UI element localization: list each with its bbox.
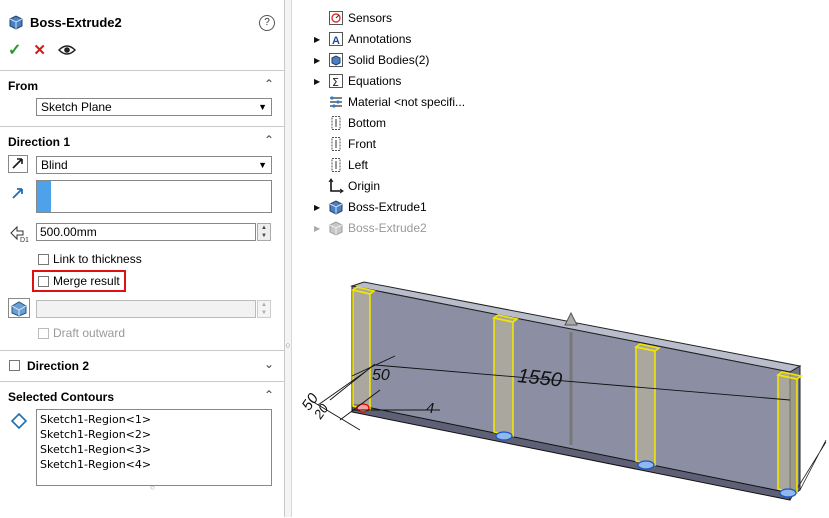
collapse-chevron-icon[interactable]: ⌃ <box>264 388 274 402</box>
tree-item-left-plane[interactable]: Left <box>314 157 368 173</box>
tree-item-equations[interactable]: ▶ Σ Equations <box>314 73 401 89</box>
dimension-4[interactable]: 4 <box>426 400 434 417</box>
tree-item-label: Equations <box>348 74 402 88</box>
collapse-chevron-icon[interactable]: ⌃ <box>264 133 274 147</box>
selected-contours-section: Selected Contours ⌃ Sketch1-Region<1> Sk… <box>0 381 284 518</box>
expand-chevron-icon[interactable]: ⌄ <box>264 357 274 371</box>
contour-icon <box>10 412 28 430</box>
origin-icon <box>328 178 344 194</box>
expand-arrow-icon[interactable]: ▶ <box>314 203 328 212</box>
preview-eye-icon[interactable] <box>57 44 76 56</box>
plane-icon <box>331 158 341 172</box>
tree-item-material[interactable]: Material <not specifi... <box>314 94 465 110</box>
draft-angle-input <box>36 300 256 318</box>
dropdown-arrow-icon: ▼ <box>258 160 267 170</box>
tree-item-annotations[interactable]: ▶ A Annotations <box>314 31 411 47</box>
tree-item-label: Bottom <box>348 116 387 130</box>
ok-button[interactable]: ✓ <box>8 40 21 60</box>
feature-tree: Sensors ▶ A Annotations ▶ Solid Bodies(2… <box>290 0 829 240</box>
expand-arrow-icon[interactable]: ▶ <box>314 56 328 65</box>
tree-item-label: Front <box>348 137 377 151</box>
drag-arrow-head-icon[interactable] <box>564 311 578 326</box>
annotation-icon: A <box>329 32 343 47</box>
list-item[interactable]: Sketch1-Region<1> <box>40 412 151 427</box>
extrude-icon <box>329 200 343 215</box>
direction-arrow-icon <box>12 188 23 199</box>
plane-icon <box>331 116 341 130</box>
tree-item-boss-extrude2[interactable]: ▶ Boss-Extrude2 <box>314 220 427 236</box>
cancel-button[interactable]: ✕ <box>33 41 46 59</box>
tree-item-label: Solid Bodies(2) <box>348 53 430 67</box>
depth-input[interactable]: 500.00mm <box>36 223 256 241</box>
extrude-feature-icon <box>9 15 23 30</box>
link-to-thickness-label: Link to thickness <box>53 252 142 266</box>
expand-arrow-icon[interactable]: ▶ <box>314 77 328 86</box>
tree-item-label: Boss-Extrude2 <box>348 221 427 235</box>
dropdown-arrow-icon: ▼ <box>258 102 267 112</box>
tree-item-bottom-plane[interactable]: Bottom <box>314 115 386 131</box>
draft-angle-spinner: ▲ ▼ <box>257 300 271 318</box>
tree-item-label: Origin <box>348 179 381 193</box>
reverse-direction-icon[interactable] <box>8 155 28 173</box>
property-manager: Boss-Extrude2 ? ✓ ✕ From ⌃ Sketch Plane … <box>0 0 285 517</box>
tree-item-label: Boss-Extrude1 <box>348 200 427 214</box>
action-buttons: ✓ ✕ <box>8 40 76 60</box>
extrude-icon <box>329 221 343 236</box>
from-section: From ⌃ Sketch Plane ▼ <box>0 70 284 127</box>
tree-item-sensors[interactable]: Sensors <box>314 10 392 26</box>
list-item[interactable]: Sketch1-Region<2> <box>40 427 151 442</box>
tree-item-label: Sensors <box>348 11 393 25</box>
svg-text:D1: D1 <box>20 237 29 243</box>
list-item[interactable]: Sketch1-Region<4> <box>40 457 151 472</box>
draft-outward-label: Draft outward <box>53 326 126 340</box>
tree-item-boss-extrude1[interactable]: ▶ Boss-Extrude1 <box>314 199 427 215</box>
link-to-thickness-checkbox[interactable] <box>38 254 49 265</box>
end-condition-dropdown[interactable]: Blind ▼ <box>36 156 272 174</box>
graphics-viewport[interactable]: 1550 50 50 20 4 <box>290 240 829 517</box>
sensor-icon <box>329 11 343 25</box>
direction-selection-box[interactable] <box>36 180 272 213</box>
from-dropdown-value: Sketch Plane <box>41 100 112 114</box>
draft-icon[interactable] <box>8 298 30 318</box>
resize-grip-icon[interactable]: ○ <box>150 483 155 492</box>
help-icon[interactable]: ? <box>259 15 275 31</box>
merge-result-label: Merge result <box>53 274 120 288</box>
tree-item-label: Annotations <box>348 32 412 46</box>
expand-arrow-icon[interactable]: ▶ <box>314 35 328 44</box>
contours-list[interactable]: Sketch1-Region<1> Sketch1-Region<2> Sket… <box>36 409 272 486</box>
dimension-50-top[interactable]: 50 <box>372 367 390 384</box>
equations-icon: Σ <box>329 74 343 89</box>
dimension-1550[interactable]: 1550 <box>516 365 563 392</box>
material-icon <box>330 96 342 108</box>
direction2-section: Direction 2 ⌄ <box>0 350 284 381</box>
feature-title-row: Boss-Extrude2 <box>8 14 122 30</box>
end-condition-value: Blind <box>41 158 68 172</box>
selected-contours-header: Selected Contours <box>8 390 115 404</box>
merge-result-checkbox[interactable] <box>38 276 49 287</box>
svg-text:Σ: Σ <box>332 76 339 89</box>
list-item[interactable]: Sketch1-Region<3> <box>40 442 151 457</box>
direction1-section: Direction 1 ⌃ Blind ▼ D1 500.00mm ▲ ▼ Lin… <box>0 126 284 349</box>
direction2-header: Direction 2 <box>27 359 90 373</box>
plane-icon <box>331 137 341 151</box>
from-dropdown[interactable]: Sketch Plane ▼ <box>36 98 272 116</box>
selection-highlight <box>37 181 51 212</box>
direction2-checkbox[interactable] <box>9 360 20 371</box>
from-header: From <box>8 79 38 93</box>
tree-item-label: Material <not specifi... <box>348 95 466 109</box>
collapse-chevron-icon[interactable]: ⌃ <box>264 77 274 91</box>
expand-arrow-icon[interactable]: ▶ <box>314 224 328 233</box>
feature-title: Boss-Extrude2 <box>30 14 122 30</box>
tree-item-front-plane[interactable]: Front <box>314 136 376 152</box>
draft-outward-checkbox <box>38 328 49 339</box>
tree-item-origin[interactable]: Origin <box>314 178 380 194</box>
tree-item-solid-bodies[interactable]: ▶ Solid Bodies(2) <box>314 52 429 68</box>
solid-bodies-icon <box>329 53 343 67</box>
direction1-header: Direction 1 <box>8 135 71 149</box>
depth-spinner[interactable]: ▲ ▼ <box>257 223 271 241</box>
depth-icon: D1 <box>10 225 29 243</box>
tree-item-label: Left <box>348 158 369 172</box>
svg-text:A: A <box>332 35 340 47</box>
